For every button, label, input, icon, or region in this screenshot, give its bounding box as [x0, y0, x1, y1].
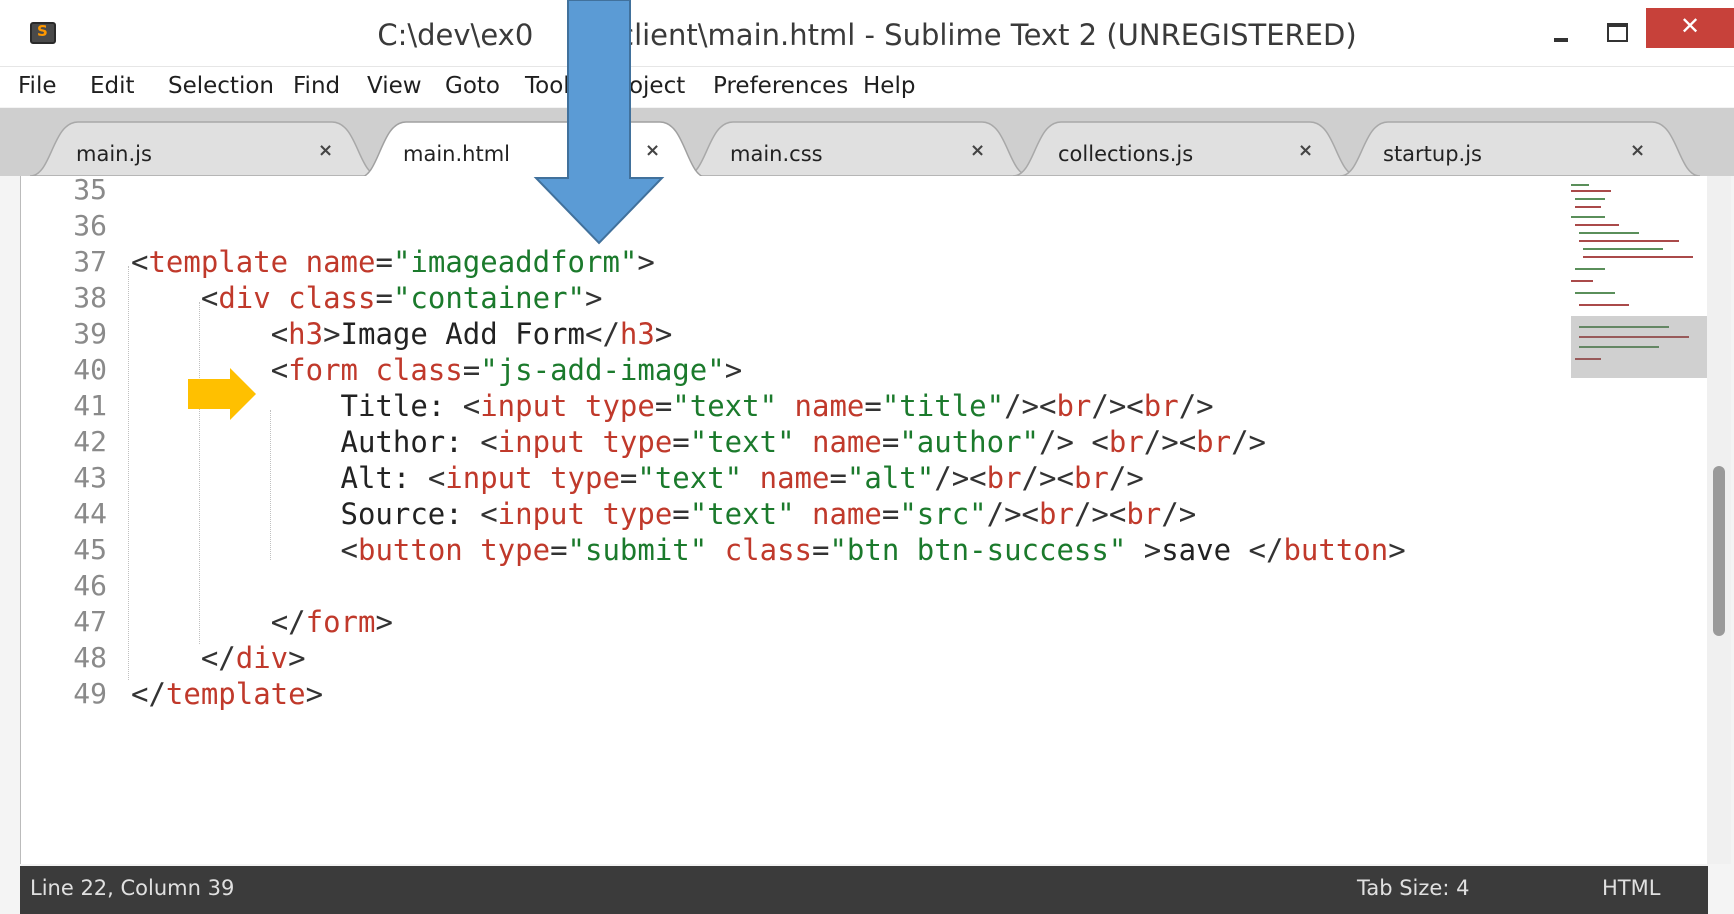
tab-size-setting[interactable]: Tab Size: 4	[1357, 876, 1469, 900]
code-line[interactable]: </template>	[131, 674, 323, 714]
tab-close-icon[interactable]: ×	[318, 140, 333, 161]
tab-close-icon[interactable]: ×	[645, 140, 660, 161]
menu-view[interactable]: View	[367, 73, 422, 99]
line-number: 35	[73, 173, 107, 206]
tab-close-icon[interactable]: ×	[1630, 140, 1645, 161]
minimap[interactable]	[1557, 176, 1727, 864]
line-number: 36	[73, 209, 107, 242]
menu-selection[interactable]: Selection	[168, 73, 274, 99]
line-number-gutter: 35 36 37 38 39 40 41 42 43 44 45 46 47 4…	[21, 173, 111, 864]
tab-close-icon[interactable]: ×	[970, 140, 985, 161]
tab-main-css[interactable]: main.css ×	[685, 118, 1030, 176]
code-line[interactable]: Author: <input type="text" name="author"…	[131, 422, 1267, 462]
tab-collections-js[interactable]: collections.js ×	[1013, 118, 1358, 176]
line-number: 41	[73, 389, 107, 422]
tab-label: main.css	[730, 142, 823, 166]
code-line[interactable]: <form class="js-add-image">	[131, 350, 742, 390]
menu-project[interactable]: roject	[620, 73, 685, 99]
tab-startup-js[interactable]: startup.js ×	[1340, 118, 1700, 176]
code-line[interactable]: Title: <input type="text" name="title"/>…	[131, 386, 1214, 426]
tab-label: main.html	[403, 142, 510, 166]
line-number: 44	[73, 497, 107, 530]
minimize-icon[interactable]	[1544, 12, 1584, 50]
code-line[interactable]: <h3>Image Add Form</h3>	[131, 314, 673, 354]
tab-label: startup.js	[1383, 142, 1483, 166]
title-bar: C:\dev\ex0 v\client\main.html - Sublime …	[0, 0, 1734, 67]
code-line[interactable]: </form>	[131, 602, 393, 642]
sublime-window: C:\dev\ex0 v\client\main.html - Sublime …	[0, 0, 1734, 914]
syntax-setting[interactable]: HTML	[1602, 876, 1660, 900]
scrollbar-thumb[interactable]	[1713, 466, 1725, 636]
menu-find[interactable]: Find	[293, 73, 340, 99]
window-title: C:\dev\ex0 v\client\main.html - Sublime …	[377, 18, 1357, 52]
line-number: 48	[73, 641, 107, 674]
menu-edit[interactable]: Edit	[90, 73, 135, 99]
code-line[interactable]: Alt: <input type="text" name="alt"/><br/…	[131, 458, 1144, 498]
line-number: 47	[73, 605, 107, 638]
status-bar: Line 22, Column 39 Tab Size: 4 HTML	[20, 866, 1708, 914]
line-number: 43	[73, 461, 107, 494]
code-line[interactable]: <button type="submit" class="btn btn-suc…	[131, 530, 1406, 570]
menu-bar: File Edit Selection Find View Goto Tool …	[0, 67, 1734, 107]
menu-preferences[interactable]: Preferences	[713, 73, 848, 99]
vertical-scrollbar[interactable]	[1707, 176, 1731, 864]
close-icon[interactable]	[1646, 8, 1734, 48]
minimap-viewport[interactable]	[1571, 316, 1717, 378]
indent-guide	[128, 266, 129, 680]
line-number: 49	[73, 677, 107, 710]
code-line[interactable]: Source: <input type="text" name="src"/><…	[131, 494, 1197, 534]
menu-file[interactable]: File	[18, 73, 57, 99]
tab-close-icon[interactable]: ×	[1298, 140, 1313, 161]
tab-label: main.js	[76, 142, 152, 166]
code-line[interactable]: </div>	[131, 638, 306, 678]
line-number: 40	[73, 353, 107, 386]
editor-pane[interactable]: 35 36 37 38 39 40 41 42 43 44 45 46 47 4…	[20, 173, 1731, 864]
code-line[interactable]: <div class="container">	[131, 278, 603, 318]
line-number: 46	[73, 569, 107, 602]
code-line[interactable]: <template name="imageaddform">	[131, 242, 655, 282]
tab-label: collections.js	[1058, 142, 1194, 166]
tab-main-js[interactable]: main.js ×	[30, 118, 380, 176]
line-number: 38	[73, 281, 107, 314]
tab-main-html[interactable]: main.html ×	[358, 118, 708, 176]
menu-help[interactable]: Help	[863, 73, 915, 99]
line-number: 42	[73, 425, 107, 458]
maximize-icon[interactable]	[1596, 12, 1636, 50]
line-number: 37	[73, 245, 107, 278]
menu-goto[interactable]: Goto	[445, 73, 500, 99]
line-number: 45	[73, 533, 107, 566]
line-number: 39	[73, 317, 107, 350]
tab-bar: main.js × main.css × collections.js × st…	[0, 108, 1734, 176]
menu-tools[interactable]: Tool	[525, 73, 570, 99]
cursor-position: Line 22, Column 39	[30, 876, 235, 900]
